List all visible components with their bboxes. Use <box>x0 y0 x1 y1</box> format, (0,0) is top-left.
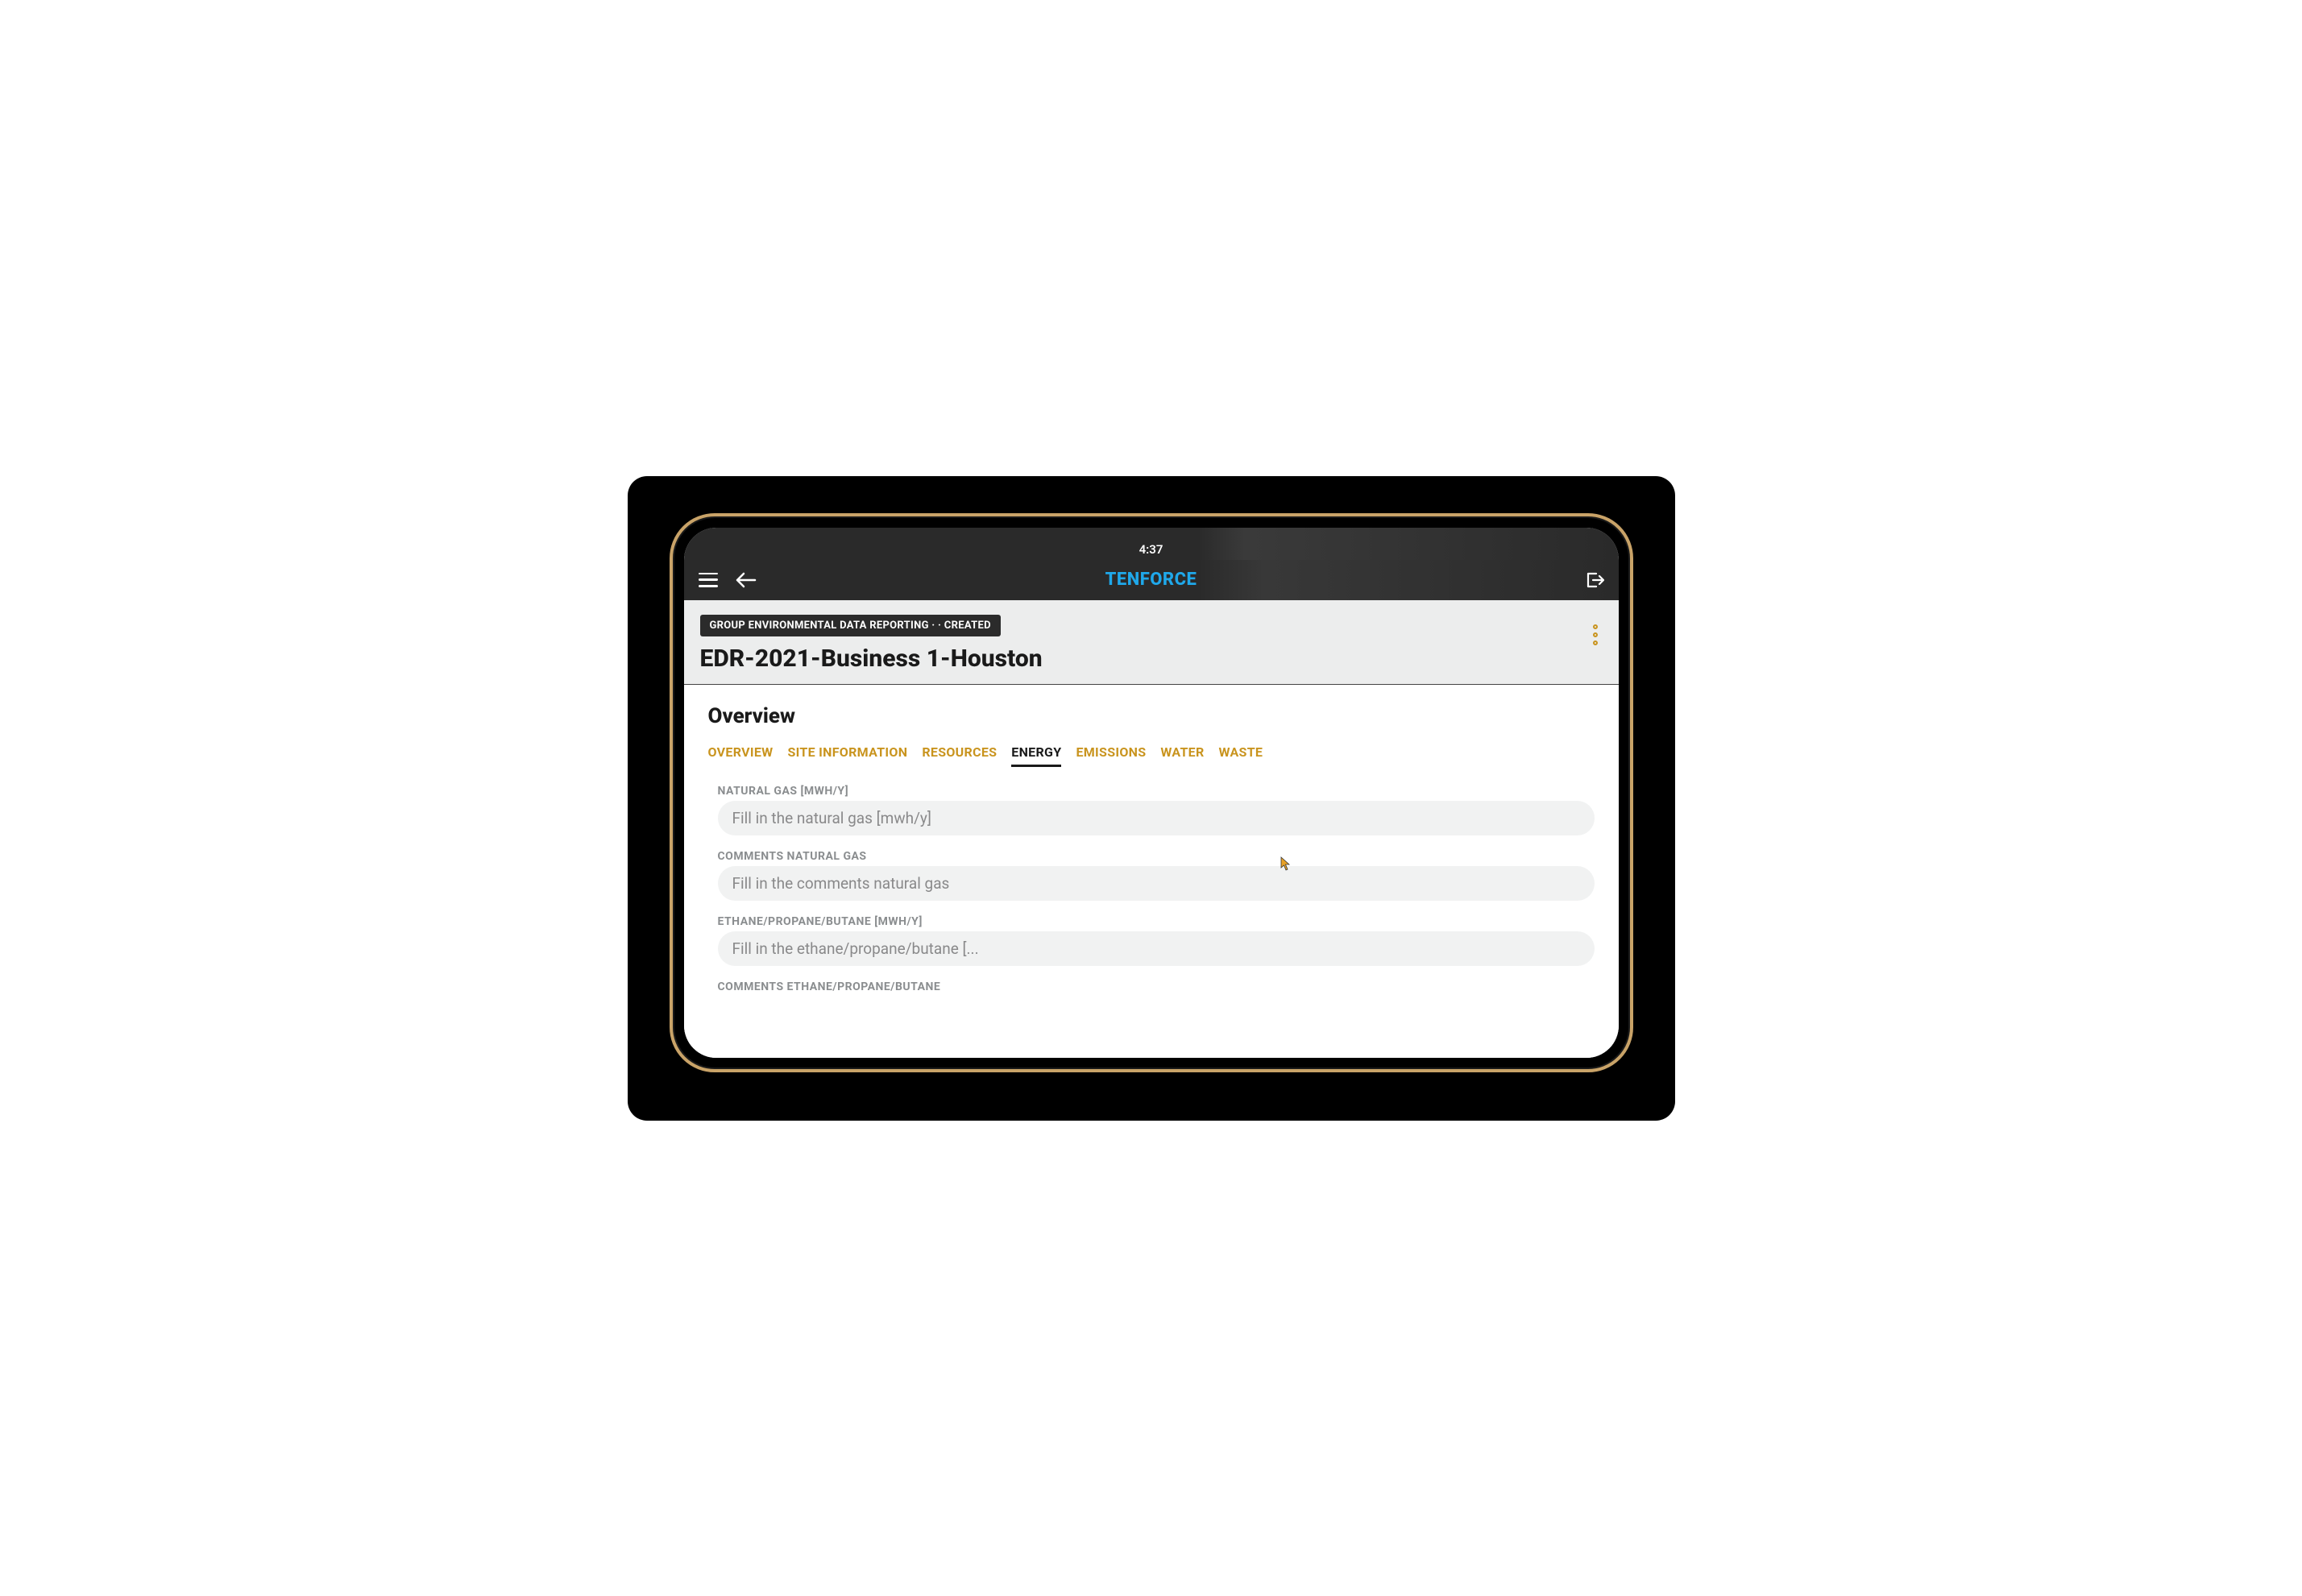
tab-overview[interactable]: OVERVIEW <box>708 744 774 767</box>
field-ethane-propane-butane: ETHANE/PROPANE/BUTANE [MWH/Y] <box>708 915 1595 966</box>
tab-emissions[interactable]: EMISSIONS <box>1076 744 1146 767</box>
field-label: COMMENTS ETHANE/PROPANE/BUTANE <box>718 980 1595 993</box>
device-screen: 4:37 TENFORCE GROUP ENVIRONMENTAL DAT <box>684 528 1619 1058</box>
ethane-propane-butane-input[interactable] <box>718 931 1595 966</box>
tab-waste[interactable]: WASTE <box>1219 744 1263 767</box>
field-comments-ethane-propane-butane: COMMENTS ETHANE/PROPANE/BUTANE <box>708 980 1595 993</box>
back-arrow-icon[interactable] <box>736 572 757 588</box>
page-title: EDR-2021-Business 1-Houston <box>700 645 1603 673</box>
tab-resources[interactable]: RESOURCES <box>922 744 997 767</box>
brand-logo: TENFORCE <box>1105 570 1197 590</box>
tab-site-information[interactable]: SITE INFORMATION <box>787 744 907 767</box>
field-label: COMMENTS NATURAL GAS <box>718 850 1595 863</box>
breadcrumb: GROUP ENVIRONMENTAL DATA REPORTING · · C… <box>700 615 1001 636</box>
comments-natural-gas-input[interactable] <box>718 866 1595 901</box>
tab-energy[interactable]: ENERGY <box>1011 744 1061 767</box>
logout-icon[interactable] <box>1585 571 1604 589</box>
device-frame: 4:37 TENFORCE GROUP ENVIRONMENTAL DAT <box>670 513 1633 1072</box>
field-natural-gas: NATURAL GAS [MWH/Y] <box>708 785 1595 835</box>
nav-left-group <box>699 572 757 588</box>
nav-bar: TENFORCE <box>684 560 1619 600</box>
field-comments-natural-gas: COMMENTS NATURAL GAS <box>708 850 1595 901</box>
status-time: 4:37 <box>1139 542 1163 557</box>
page-header: GROUP ENVIRONMENTAL DATA REPORTING · · C… <box>684 600 1619 685</box>
section-heading: Overview <box>708 704 1595 728</box>
device-outer-bezel: 4:37 TENFORCE GROUP ENVIRONMENTAL DAT <box>628 476 1675 1121</box>
field-label: ETHANE/PROPANE/BUTANE [MWH/Y] <box>718 915 1595 928</box>
more-options-icon[interactable] <box>1593 624 1598 645</box>
content-area: Overview OVERVIEW SITE INFORMATION RESOU… <box>684 685 1619 1058</box>
tabs-row: OVERVIEW SITE INFORMATION RESOURCES ENER… <box>708 744 1595 767</box>
tab-water[interactable]: WATER <box>1160 744 1204 767</box>
status-bar: 4:37 <box>684 528 1619 560</box>
hamburger-icon[interactable] <box>699 573 718 587</box>
natural-gas-input[interactable] <box>718 801 1595 835</box>
field-label: NATURAL GAS [MWH/Y] <box>718 785 1595 798</box>
